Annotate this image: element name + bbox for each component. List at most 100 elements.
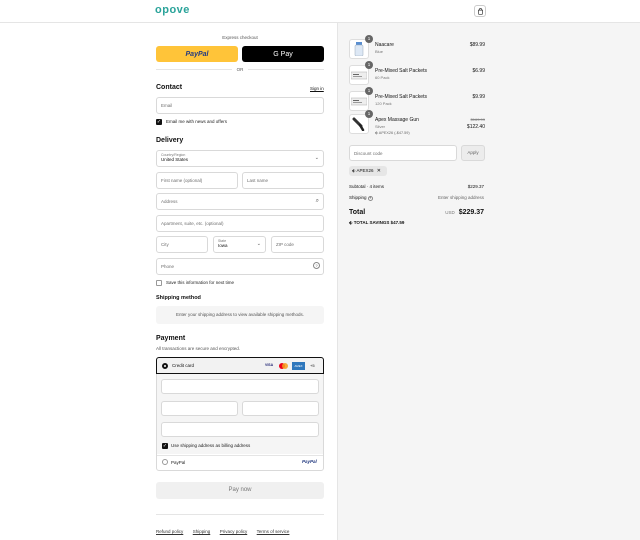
tag-icon: ⬖ [352,168,356,173]
amex-icon: AMEX [292,362,305,370]
terms-link[interactable]: Terms of service [257,529,290,534]
payment-subtitle: All transactions are secure and encrypte… [156,346,241,351]
express-checkout-title: Express checkout [222,35,258,40]
shipping-method-title: Shipping method [156,295,201,301]
paypal-express-button[interactable]: PayPal [156,46,238,62]
item-discount-text: APEX26 (-$47.59) [378,131,410,135]
shipping-link[interactable]: Shipping [193,529,211,534]
refund-policy-link[interactable]: Refund policy [156,529,183,534]
mastercard-icon [279,363,288,369]
order-item: 1 Naacare Blue $89.99 [349,35,485,59]
privacy-policy-link[interactable]: Privacy policy [220,529,248,534]
news-label: Email me with news and offers [166,119,227,124]
shipping-label-text: Shipping [349,195,367,200]
quantity-badge: 1 [365,87,373,95]
credit-card-label: Credit card [172,363,195,368]
footer-links: Refund policy Shipping Privacy policy Te… [156,520,294,538]
paypal-option-label[interactable]: PayPal [171,460,185,465]
paypal-logo: PayPal [302,459,317,464]
subtotal-value: $229.37 [467,184,484,189]
item-name: Pre-Mixed Salt Packets [375,68,427,74]
save-info-checkbox[interactable] [156,280,162,286]
tag-icon: ⬖ [375,131,378,135]
item-variant: 120 Pack [375,101,392,106]
shipping-value: Enter shipping address [437,195,484,200]
item-name: Naacare [375,42,394,48]
chevron-down-icon: ⌄ [314,155,319,161]
email-field[interactable]: Email [156,97,324,114]
billing-checkbox[interactable]: ✓ [162,443,168,449]
gpay-express-button[interactable]: G Pay [242,46,324,62]
news-checkbox[interactable]: ✓ [156,119,162,125]
tag-icon: ⬖ [349,220,353,225]
state-select[interactable]: State Iowa ⌄ [213,236,266,253]
sign-in-link[interactable]: Sign in [310,86,324,91]
applied-code-text: APEX26 [356,168,374,173]
address-placeholder: Address [161,199,178,204]
contact-title: Contact [156,84,183,91]
address-field[interactable]: Address ⌕ [156,193,324,210]
zip-field[interactable]: ZIP code [271,236,324,253]
pay-now-button[interactable]: Pay now [156,482,324,499]
total-value: $229.37 [458,209,484,216]
first-name-field[interactable]: First name (optional) [156,172,238,189]
discount-code-field[interactable]: Discount code [349,145,457,161]
shipping-method-note: Enter your shipping address to view avai… [156,306,324,324]
last-name-field[interactable]: Last name [242,172,324,189]
order-item: 1 Apex Massage Gun Silver ⬖ APEX26 (-$47… [349,110,485,138]
shopping-bag-icon[interactable] [474,5,486,17]
savings-label: TOTAL SAVINGS [353,220,390,225]
item-price: $9.99 [472,94,485,100]
payment-title: Payment [156,335,186,342]
item-name: Apex Massage Gun [375,117,419,123]
quantity-badge: 1 [365,110,373,118]
order-item: 1 Pre-Mixed Salt Packets 120 Pack $9.99 [349,87,485,111]
security-code-field[interactable] [242,401,319,416]
total-row: USD $229.37 [445,209,484,216]
apply-discount-button[interactable]: Apply [461,145,485,161]
chevron-down-icon: ⌄ [256,241,261,247]
billing-label: Use shipping address as billing address [171,443,251,448]
shipping-row-label: Shipping ? [349,195,373,201]
apartment-field[interactable]: Apartment, suite, etc. (optional) [156,215,324,232]
quantity-badge: 1 [365,35,373,43]
item-name: Pre-Mixed Salt Packets [375,94,427,100]
item-price: $6.99 [472,68,485,74]
item-variant: 60 Pack [375,75,390,80]
divider [157,455,323,456]
visa-icon: VISA [265,363,274,367]
expiry-field[interactable] [161,401,238,416]
item-price: $122.40 [466,124,485,130]
save-info-label: Save this information for next time [166,280,235,285]
phone-field[interactable]: Phone ? [156,258,324,275]
more-cards-count: +5 [310,363,315,368]
credit-card-option[interactable]: Credit card VISA AMEX +5 [156,357,324,374]
paypal-radio[interactable] [162,459,168,465]
applied-code-chip: ⬖ APEX26 ✕ [349,166,387,176]
item-variant: Blue [375,49,384,54]
item-discount: ⬖ APEX26 (-$47.59) [375,130,410,135]
or-divider-label: OR [232,67,248,72]
total-savings: ⬖ TOTAL SAVINGS $47.59 [349,220,404,226]
divider [156,514,324,515]
delivery-title: Delivery [156,137,184,144]
credit-card-radio[interactable] [162,363,168,369]
store-logo[interactable]: opove [155,4,190,16]
help-icon[interactable]: ? [367,196,373,201]
subtotal-label: Subtotal · 4 items [349,184,385,189]
header: opove [0,0,640,23]
help-icon[interactable]: ? [313,262,320,269]
city-field[interactable]: City [156,236,208,253]
country-select[interactable]: Country/Region United States ⌄ [156,150,324,167]
cardholder-name-field[interactable] [161,422,319,437]
search-icon: ⌕ [315,198,319,204]
total-label: Total [349,209,366,216]
quantity-badge: 1 [365,61,373,69]
state-value: Iowa [218,243,228,248]
item-variant: Silver [375,124,386,129]
close-icon[interactable]: ✕ [377,168,381,174]
currency-label: USD [445,210,455,215]
card-number-field[interactable] [161,379,319,394]
phone-placeholder: Phone [161,264,175,269]
country-value: United States [161,157,189,162]
